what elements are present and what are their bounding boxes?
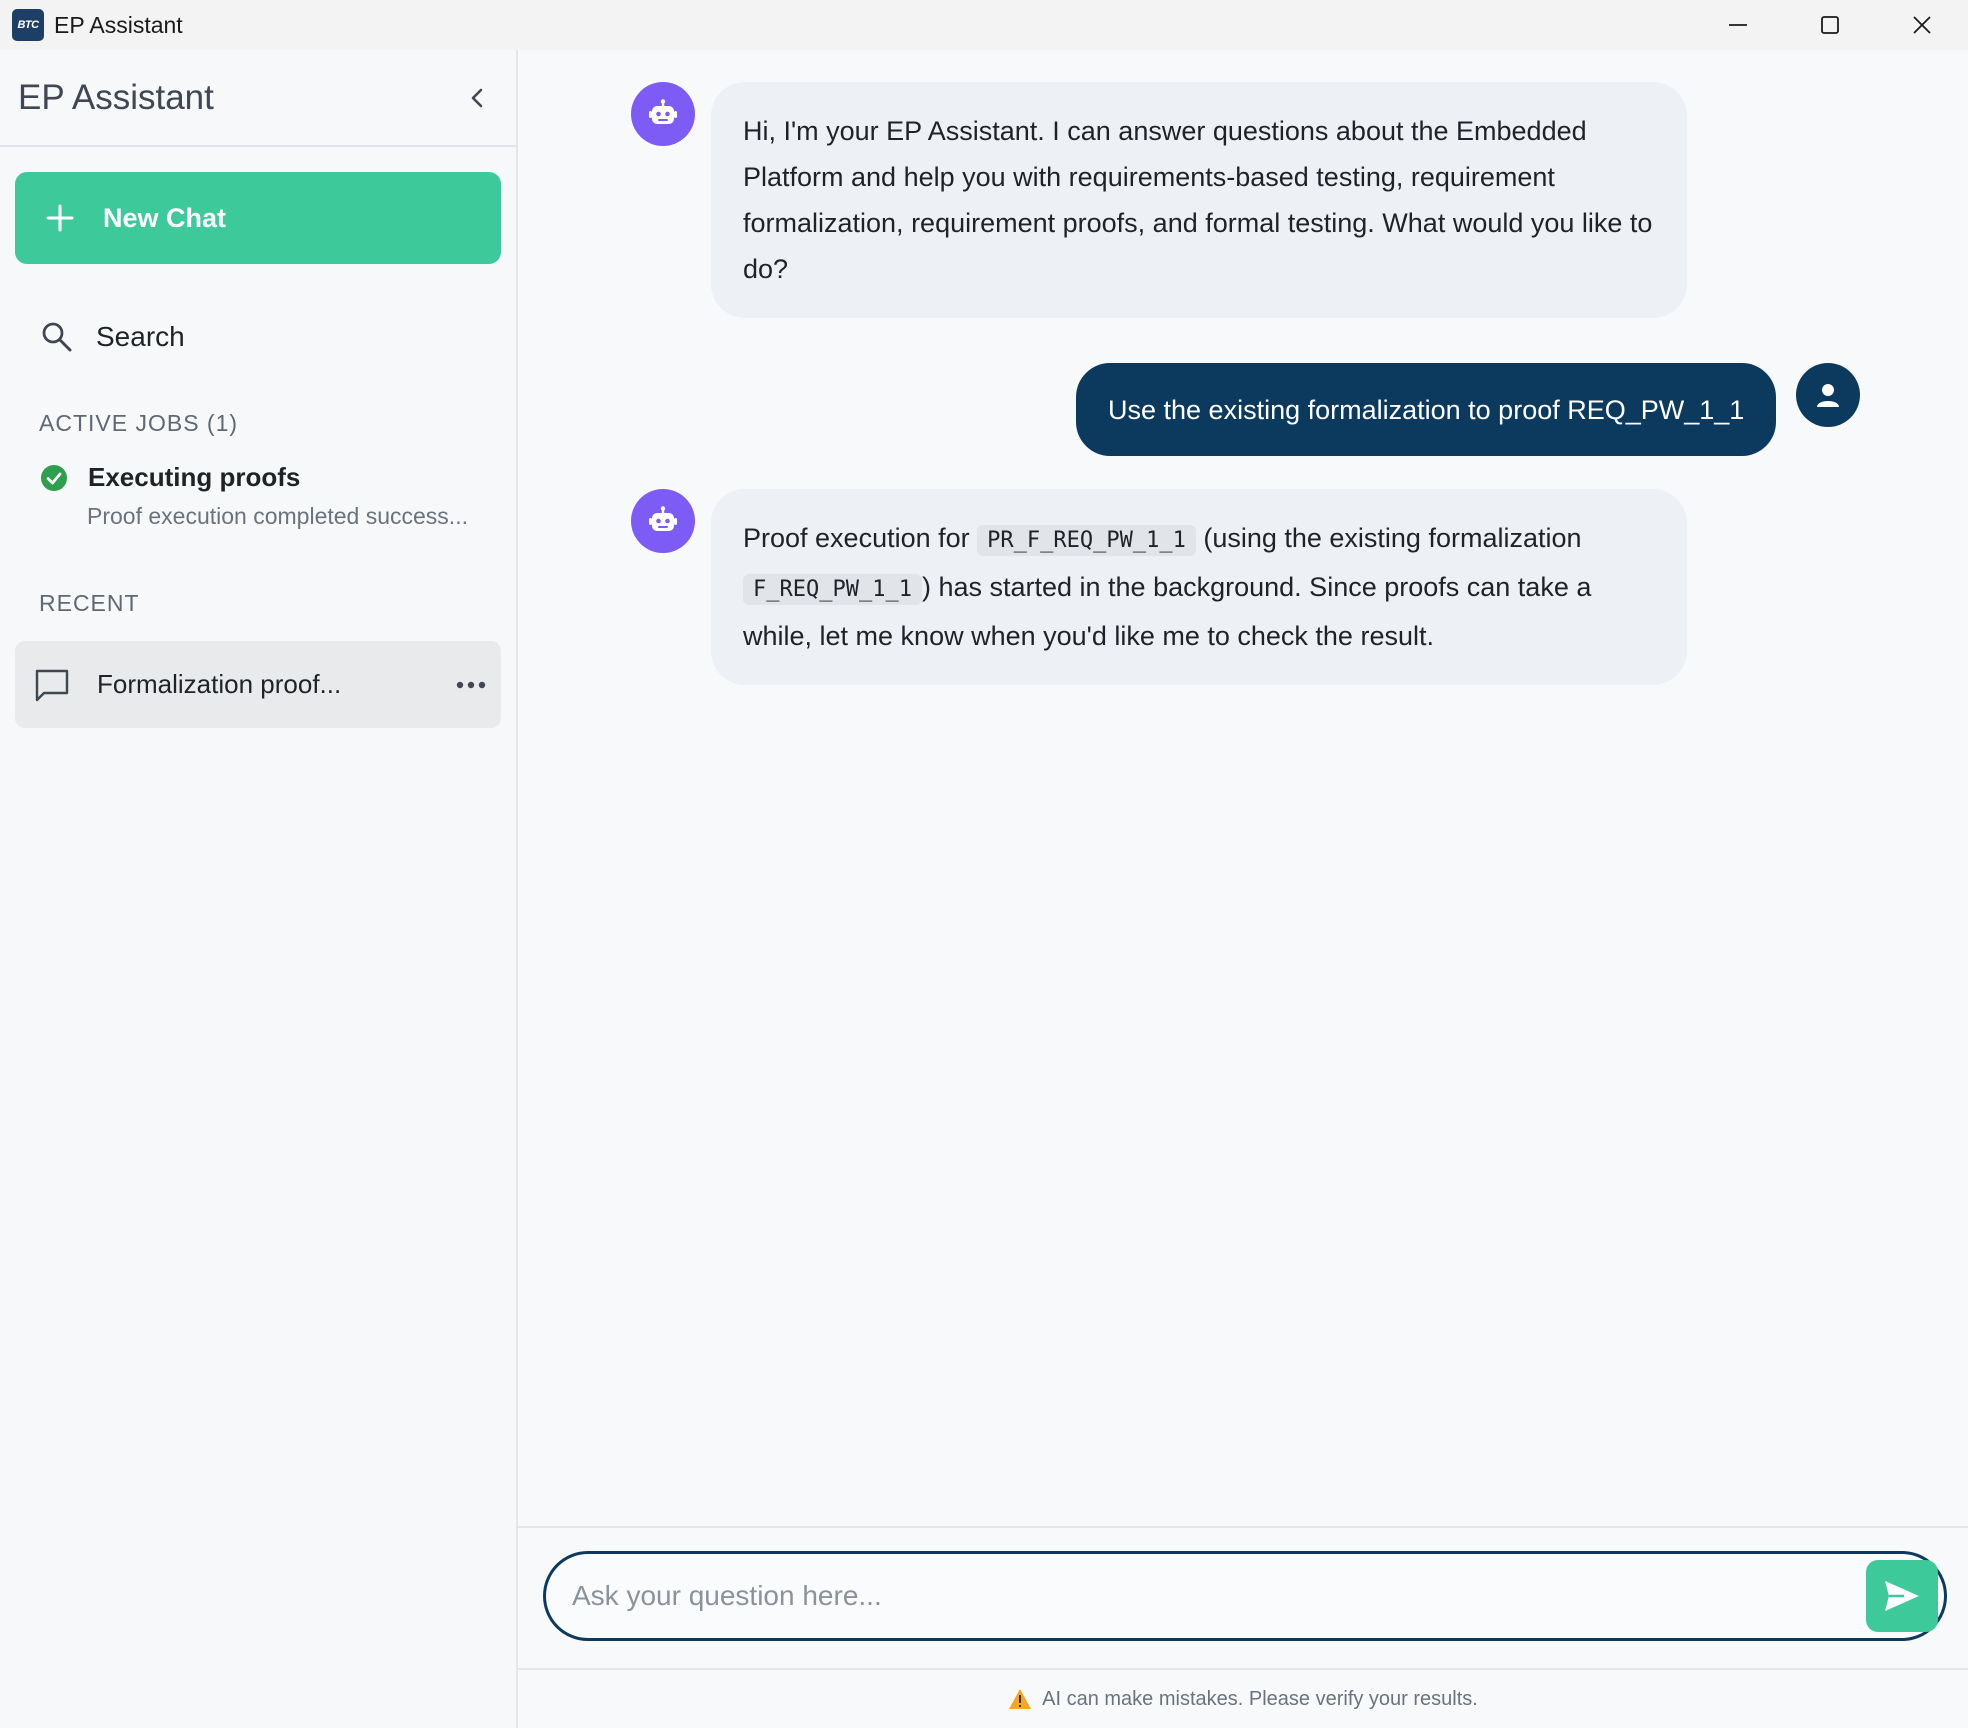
recent-chat-item[interactable]: Formalization proof... <box>15 641 501 728</box>
minimize-icon <box>1729 24 1747 26</box>
check-circle-icon <box>41 464 67 491</box>
disclaimer-text: AI can make mistakes. Please verify your… <box>1042 1687 1478 1710</box>
job-title: Executing proofs <box>88 462 301 492</box>
message-text-part: (using the existing formalization <box>1195 523 1582 553</box>
window-title: EP Assistant <box>54 11 183 38</box>
robot-icon <box>649 99 677 124</box>
maximize-button[interactable] <box>1784 0 1876 50</box>
message-text: Hi, I'm your EP Assistant. I can answer … <box>743 116 1653 284</box>
composer-area <box>518 1526 1968 1641</box>
composer <box>543 1551 1947 1641</box>
message-text-part: Proof execution for <box>743 523 978 553</box>
maximize-icon <box>1821 16 1839 34</box>
chevron-left-icon <box>471 88 483 107</box>
user-avatar <box>1796 363 1860 427</box>
window-controls <box>1692 0 1968 50</box>
sidebar: EP Assistant New Chat Search ACTIVE JOBS… <box>0 50 518 1728</box>
app-logo: BTC <box>12 9 44 41</box>
send-icon <box>1885 1581 1919 1611</box>
search-button[interactable]: Search <box>40 312 185 362</box>
title-bar: BTC EP Assistant <box>0 0 1968 50</box>
user-icon <box>1817 384 1839 407</box>
robot-icon <box>649 506 677 531</box>
close-icon <box>1913 16 1931 34</box>
chat-bubble-icon <box>35 669 69 701</box>
sidebar-title: EP Assistant <box>18 77 214 117</box>
chat-options-button[interactable] <box>441 681 501 689</box>
recent-heading: RECENT <box>39 590 140 616</box>
message-text: Use the existing formalization to proof … <box>1108 394 1745 425</box>
minimize-button[interactable] <box>1692 0 1784 50</box>
chat-area: Hi, I'm your EP Assistant. I can answer … <box>518 50 1968 1728</box>
new-chat-button[interactable]: New Chat <box>15 172 501 264</box>
assistant-avatar <box>631 82 695 146</box>
close-window-button[interactable] <box>1876 0 1968 50</box>
assistant-message: Proof execution for PR_F_REQ_PW_1_1 (usi… <box>711 489 1687 685</box>
collapse-sidebar-button[interactable] <box>458 78 498 118</box>
more-horizontal-icon <box>456 681 486 688</box>
inline-code: PR_F_REQ_PW_1_1 <box>977 525 1196 556</box>
job-status: Proof execution completed success... <box>87 503 468 529</box>
search-label: Search <box>96 321 185 352</box>
disclaimer: AI can make mistakes. Please verify your… <box>518 1668 1968 1728</box>
active-job-item[interactable]: Executing proofs Proof execution complet… <box>40 462 500 530</box>
active-jobs-heading: ACTIVE JOBS (1) <box>39 410 239 436</box>
chat-input[interactable] <box>572 1580 1866 1612</box>
search-icon <box>42 322 72 352</box>
sidebar-header: EP Assistant <box>0 50 516 147</box>
warning-icon <box>1009 1689 1032 1709</box>
plus-icon <box>46 204 74 232</box>
recent-chat-label: Formalization proof... <box>97 669 342 699</box>
assistant-avatar <box>631 489 695 553</box>
send-button[interactable] <box>1866 1560 1938 1632</box>
new-chat-label: New Chat <box>103 202 227 233</box>
assistant-message: Hi, I'm your EP Assistant. I can answer … <box>711 82 1687 318</box>
inline-code: F_REQ_PW_1_1 <box>743 574 922 605</box>
user-message: Use the existing formalization to proof … <box>1076 363 1777 456</box>
